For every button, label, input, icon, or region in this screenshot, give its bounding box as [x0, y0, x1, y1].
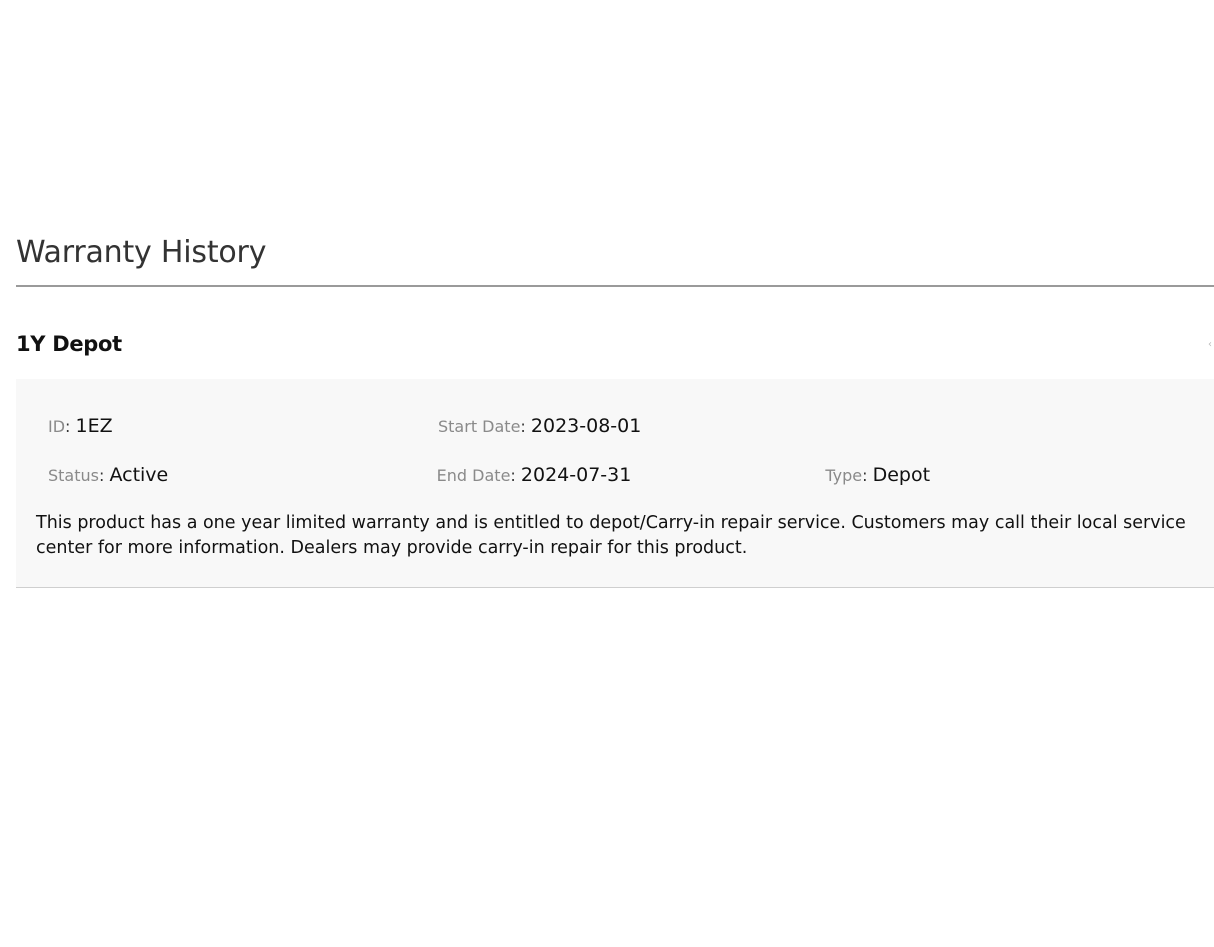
warranty-item: 1Y Depot ‹ ID: 1EZ Start Date: 2023-08-0… — [16, 287, 1214, 588]
warranty-details: ID: 1EZ Start Date: 2023-08-01 Status: A… — [16, 379, 1214, 588]
end-date-colon: : — [510, 465, 521, 485]
type-value: Depot — [872, 463, 931, 486]
field-start-date: Start Date: 2023-08-01 — [438, 415, 828, 437]
status-colon: : — [98, 465, 110, 485]
status-value: Active — [109, 463, 169, 486]
field-row-1: ID: 1EZ Start Date: 2023-08-01 — [16, 401, 1214, 450]
end-date-value: 2024-07-31 — [520, 463, 632, 486]
field-id: ID: 1EZ — [16, 415, 438, 437]
field-type: Type: Depot — [825, 464, 1214, 486]
field-status: Status: Active — [16, 464, 437, 486]
warranty-item-header[interactable]: 1Y Depot ‹ — [16, 287, 1214, 379]
warranty-history-section: Warranty History 1Y Depot ‹ ID: 1EZ Star… — [16, 230, 1214, 588]
warranty-description: This product has a one year limited warr… — [36, 513, 1186, 558]
id-label: ID — [48, 416, 66, 436]
type-colon: : — [862, 465, 873, 485]
start-date-label: Start Date — [438, 416, 521, 436]
chevron-left-icon[interactable]: ‹ — [1208, 339, 1214, 351]
id-colon: : — [65, 416, 76, 436]
end-date-label: End Date — [436, 465, 511, 485]
start-date-value: 2023-08-01 — [530, 414, 642, 437]
warranty-name: 1Y Depot — [16, 332, 122, 356]
field-row-2: Status: Active End Date: 2024-07-31 Type… — [16, 450, 1214, 499]
field-end-date: End Date: 2024-07-31 — [437, 464, 826, 486]
section-title: Warranty History — [16, 235, 267, 270]
start-date-colon: : — [520, 416, 531, 436]
type-label: Type — [825, 465, 863, 485]
id-value: 1EZ — [75, 414, 113, 437]
page: Warranty History 1Y Depot ‹ ID: 1EZ Star… — [0, 0, 1214, 947]
status-label: Status — [48, 465, 99, 485]
